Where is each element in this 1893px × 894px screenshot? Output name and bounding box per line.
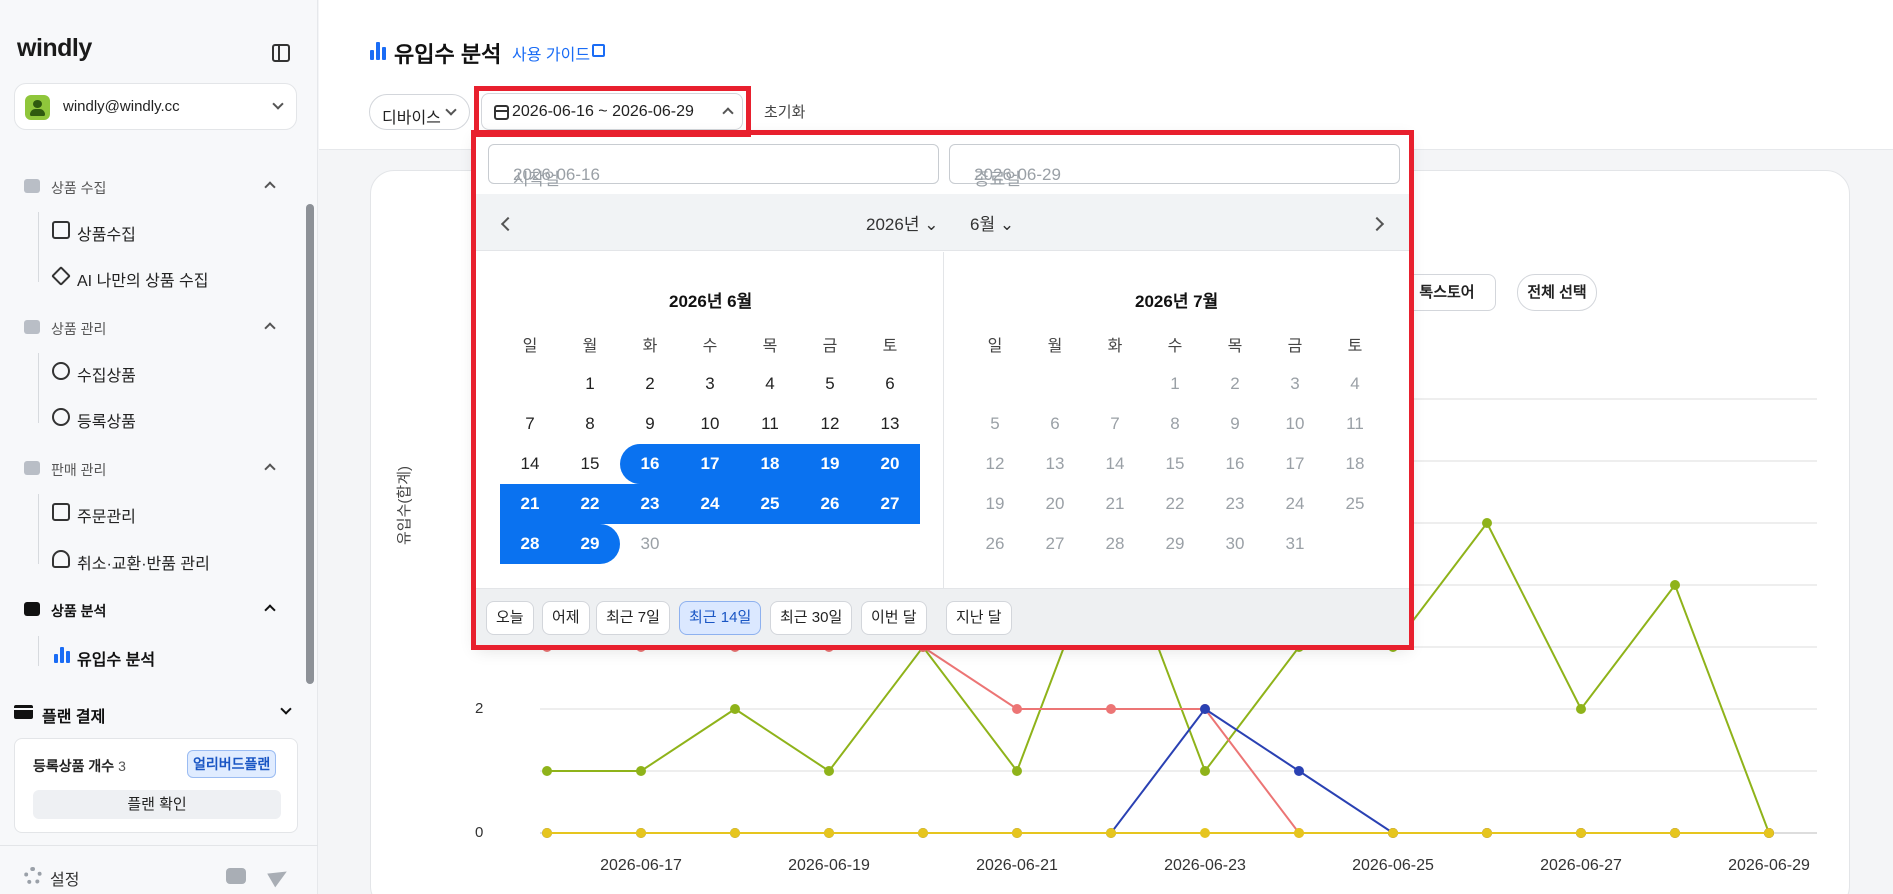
data-point[interactable] bbox=[1012, 828, 1022, 838]
x-tick-label: 2026-06-29 bbox=[1728, 857, 1810, 874]
data-point[interactable] bbox=[1106, 704, 1116, 714]
data-point[interactable] bbox=[1388, 828, 1398, 838]
data-point[interactable] bbox=[1670, 828, 1680, 838]
x-tick-label: 2026-06-23 bbox=[1164, 857, 1246, 874]
x-tick-label: 2026-06-19 bbox=[788, 857, 870, 874]
data-point[interactable] bbox=[1294, 766, 1304, 776]
data-point[interactable] bbox=[1576, 704, 1586, 714]
data-point[interactable] bbox=[542, 828, 552, 838]
x-tick-label: 2026-06-27 bbox=[1540, 857, 1622, 874]
series-line bbox=[547, 646, 1769, 834]
data-point[interactable] bbox=[1482, 828, 1492, 838]
data-point[interactable] bbox=[918, 828, 928, 838]
data-point[interactable] bbox=[1012, 704, 1022, 714]
x-tick-label: 2026-06-25 bbox=[1352, 857, 1434, 874]
data-point[interactable] bbox=[1200, 704, 1210, 714]
data-point[interactable] bbox=[1200, 828, 1210, 838]
data-point[interactable] bbox=[1106, 828, 1116, 838]
data-point[interactable] bbox=[636, 828, 646, 838]
data-point[interactable] bbox=[824, 766, 834, 776]
data-point[interactable] bbox=[542, 766, 552, 776]
x-tick-label: 2026-06-17 bbox=[600, 857, 682, 874]
data-point[interactable] bbox=[1294, 828, 1304, 838]
highlight-date-picker bbox=[471, 130, 1414, 650]
data-point[interactable] bbox=[1670, 580, 1680, 590]
data-point[interactable] bbox=[730, 704, 740, 714]
data-point[interactable] bbox=[1200, 766, 1210, 776]
data-point[interactable] bbox=[1482, 518, 1492, 528]
x-tick-label: 2026-06-21 bbox=[976, 857, 1058, 874]
data-point[interactable] bbox=[636, 766, 646, 776]
data-point[interactable] bbox=[1012, 766, 1022, 776]
data-point[interactable] bbox=[730, 828, 740, 838]
data-point[interactable] bbox=[1764, 828, 1774, 838]
data-point[interactable] bbox=[824, 828, 834, 838]
data-point[interactable] bbox=[1576, 828, 1586, 838]
